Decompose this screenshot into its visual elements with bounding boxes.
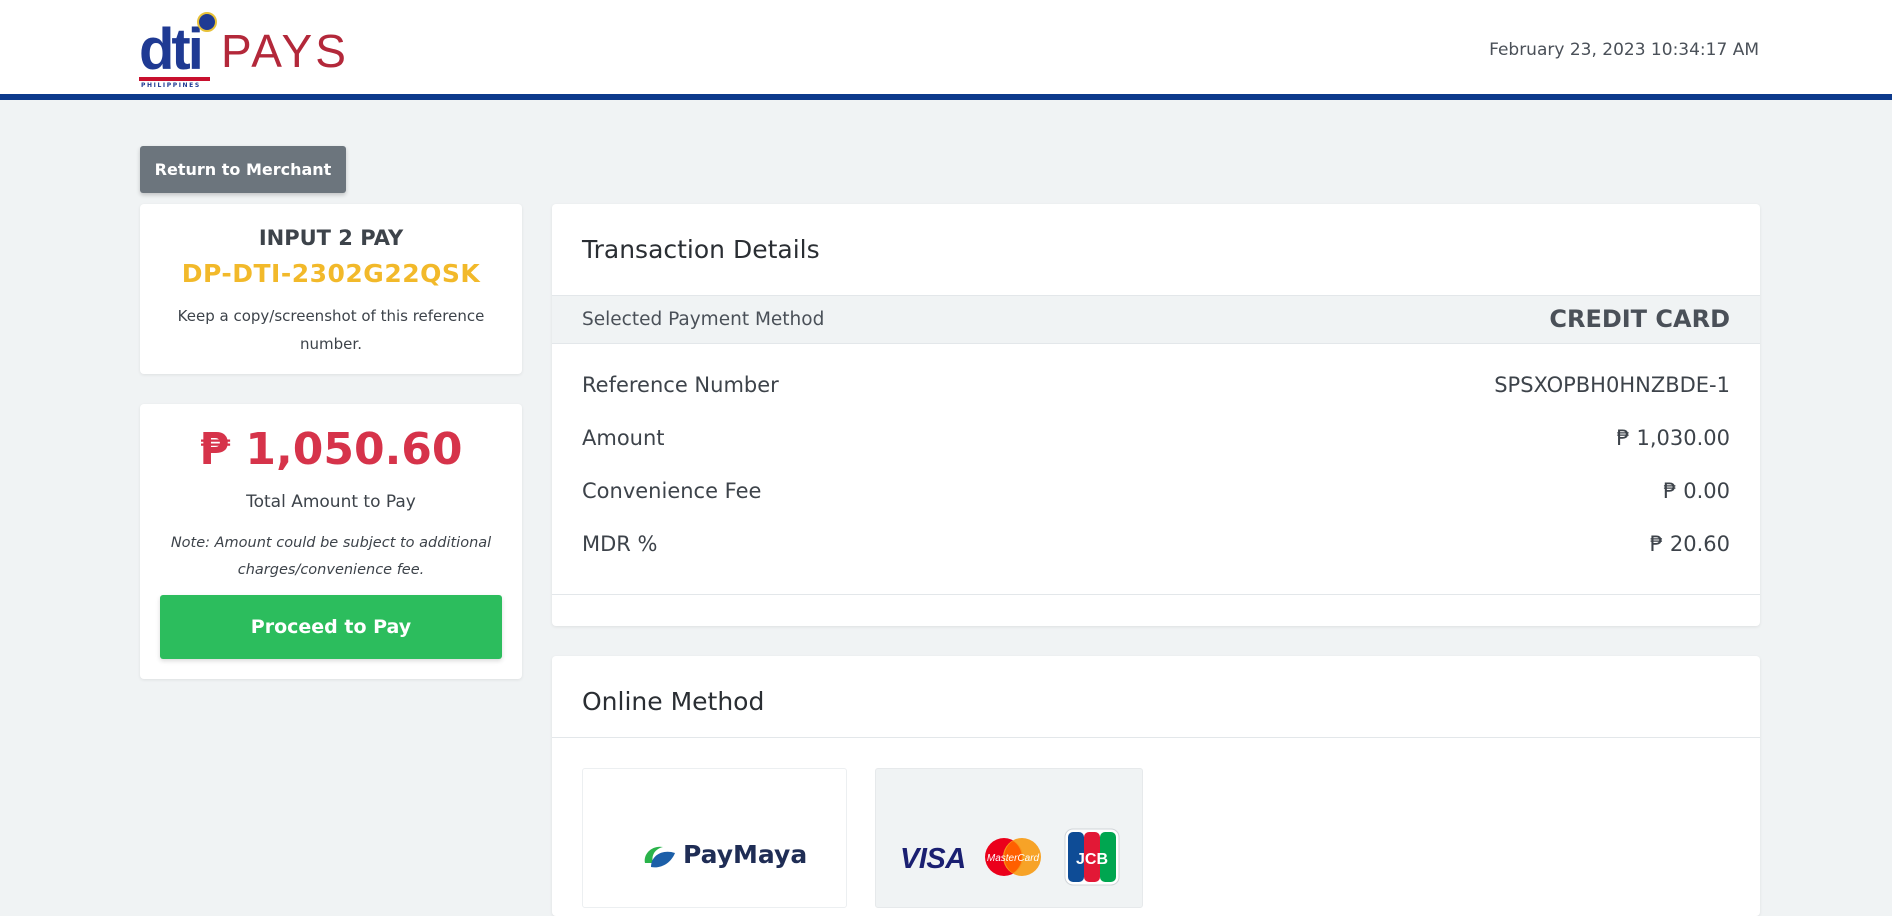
total-amount: ₱ 1,050.60 (199, 424, 463, 475)
row-label: Amount (582, 426, 665, 450)
logo-pays-text: PAYS (221, 25, 349, 77)
row-value: ₱ 20.60 (1649, 532, 1730, 556)
logo-emblem-icon (197, 12, 217, 32)
transaction-row-convenience-fee: Convenience Fee ₱ 0.00 (582, 475, 1730, 528)
header-datetime: February 23, 2023 10:34:17 AM (1489, 40, 1759, 60)
row-label: Reference Number (582, 373, 779, 397)
dti-pays-logo: dti PAYS PHILIPPINES (139, 12, 349, 90)
logo-red-bar (139, 77, 210, 81)
total-amount-label: Total Amount to Pay (246, 492, 416, 512)
row-value: ₱ 0.00 (1663, 479, 1730, 503)
reference-note: Keep a copy/screenshot of this reference… (177, 307, 485, 353)
reference-code: DP-DTI-2302G22QSK (181, 259, 481, 288)
transaction-divider (552, 594, 1760, 595)
transaction-row-amount: Amount ₱ 1,030.00 (582, 422, 1730, 475)
reference-title: INPUT 2 PAY (258, 226, 404, 250)
paymaya-label: PayMaya (683, 840, 808, 869)
total-card: ₱ 1,050.60 Total Amount to Pay Note: Amo… (140, 404, 522, 679)
reference-card: INPUT 2 PAY DP-DTI-2302G22QSK Keep a cop… (140, 204, 522, 374)
mastercard-logo: MasterCard (985, 838, 1041, 876)
total-amount-note: Note: Amount could be subject to additio… (170, 535, 492, 578)
return-to-merchant-button[interactable]: Return to Merchant (140, 146, 346, 193)
visa-logo: VISA (900, 843, 966, 875)
transaction-details-card: Transaction Details Selected Payment Met… (552, 204, 1760, 626)
selected-payment-method-row: Selected Payment Method CREDIT CARD (552, 295, 1760, 344)
paymaya-leaf-icon (644, 846, 675, 868)
selected-payment-method-label: Selected Payment Method (582, 309, 825, 330)
paymaya-option[interactable]: PayMaya (582, 768, 847, 908)
online-method-divider (552, 737, 1760, 738)
transaction-details-title: Transaction Details (582, 235, 820, 264)
online-method-title: Online Method (582, 687, 765, 716)
top-header: dti PAYS PHILIPPINES February 23, 2023 1… (0, 0, 1892, 100)
online-method-card: Online Method PayMaya VISA MasterCard JC… (552, 656, 1760, 916)
row-value: SPSXOPBH0HNZBDE-1 (1494, 373, 1730, 397)
row-label: Convenience Fee (582, 479, 762, 503)
transaction-row-reference: Reference Number SPSXOPBH0HNZBDE-1 (582, 369, 1730, 422)
jcb-text: JCB (1076, 851, 1108, 868)
transaction-row-mdr: MDR % ₱ 20.60 (582, 528, 1730, 581)
selected-payment-method-value: CREDIT CARD (1549, 305, 1730, 333)
row-label: MDR % (582, 532, 658, 556)
jcb-logo: JCB (1064, 828, 1120, 886)
transaction-rows: Reference Number SPSXOPBH0HNZBDE-1 Amoun… (582, 369, 1730, 581)
row-value: ₱ 1,030.00 (1616, 426, 1730, 450)
proceed-to-pay-button[interactable]: Proceed to Pay (160, 595, 502, 659)
logo-dti-text: dti (139, 17, 204, 82)
mastercard-text: MasterCard (987, 853, 1040, 864)
logo-subtext: PHILIPPINES (141, 82, 201, 89)
credit-card-option[interactable]: VISA MasterCard JCB (875, 768, 1143, 908)
